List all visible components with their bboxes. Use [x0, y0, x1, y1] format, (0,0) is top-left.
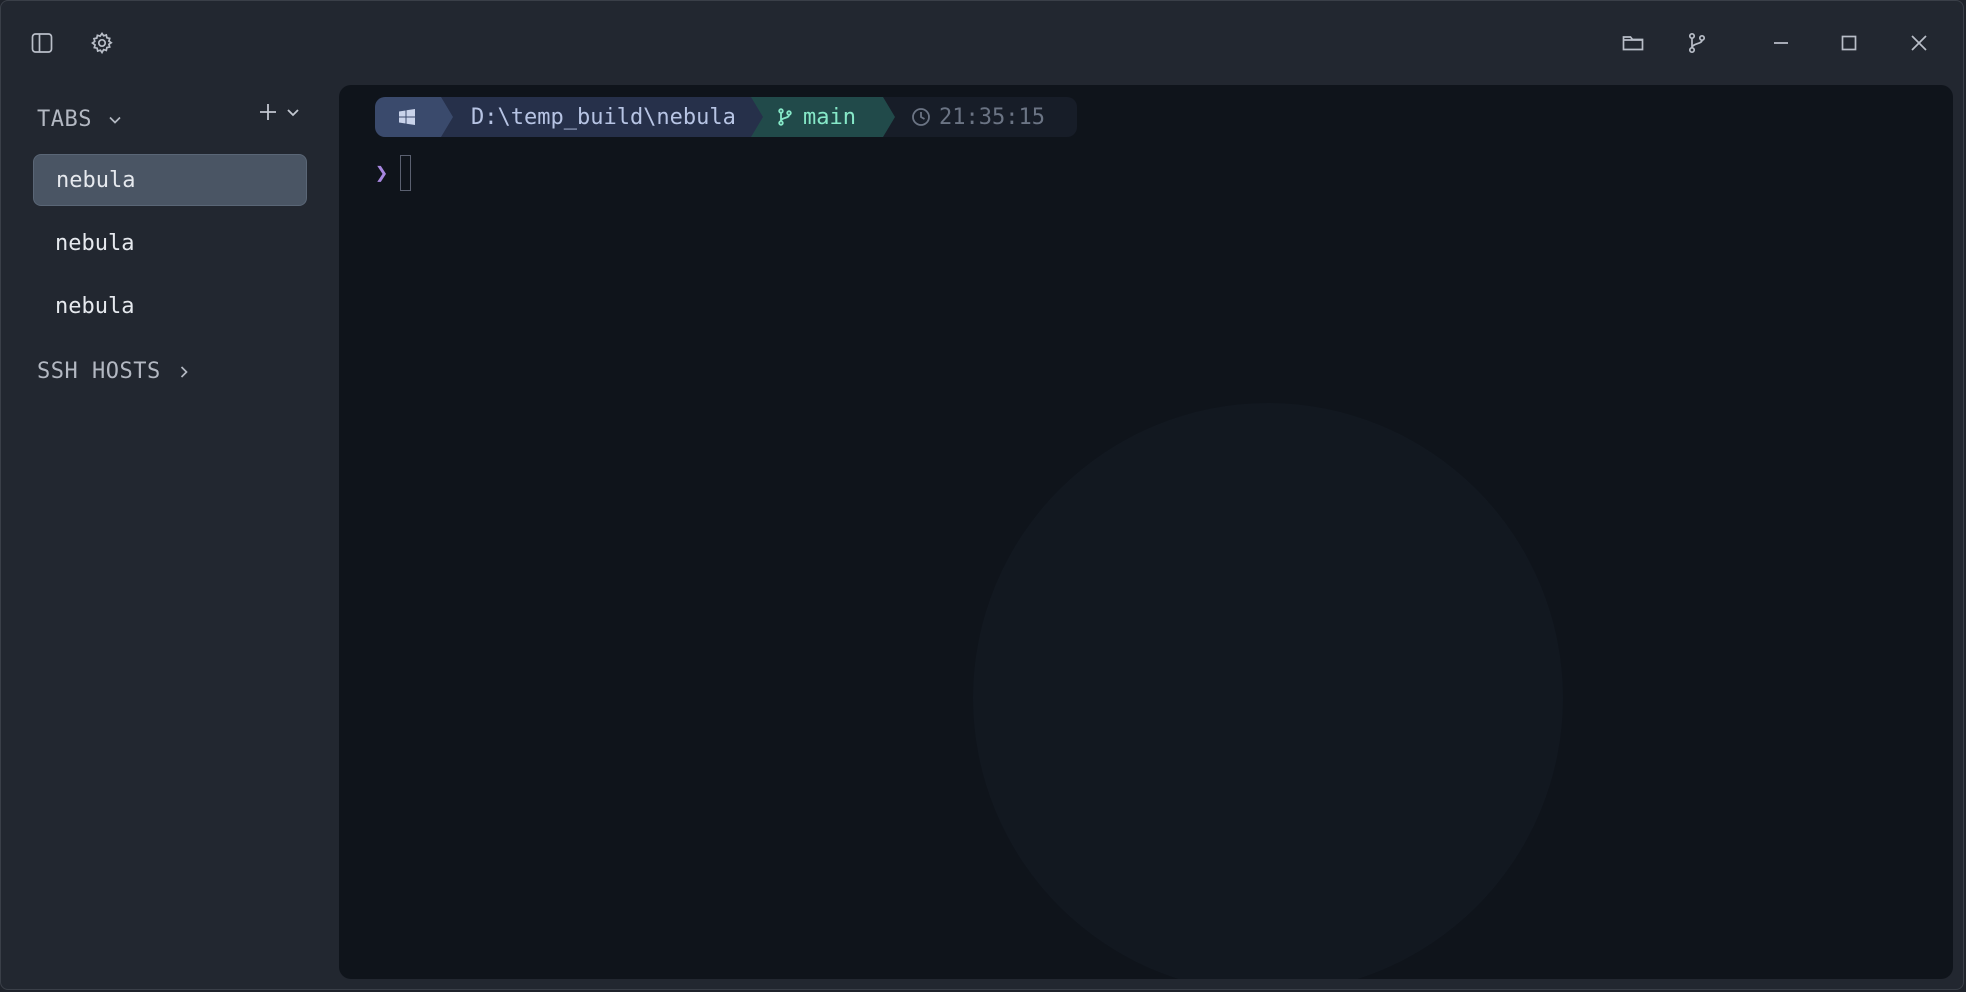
current-path: D:\temp_build\nebula — [471, 104, 736, 130]
tab-item[interactable]: nebula — [33, 280, 307, 332]
close-icon[interactable] — [1899, 23, 1939, 63]
tab-label: nebula — [56, 167, 136, 193]
minimize-icon[interactable] — [1761, 23, 1801, 63]
git-segment: main — [751, 97, 895, 137]
chevron-down-icon — [109, 116, 121, 124]
tabs-section-toggle[interactable]: TABS — [37, 107, 124, 132]
text-cursor — [400, 155, 412, 191]
clock-icon — [912, 108, 930, 126]
prompt-time: 21:35:15 — [939, 104, 1045, 130]
git-branch-name: main — [803, 104, 856, 130]
prompt-segments: D:\temp_build\nebula main 21:35:15 — [375, 97, 1077, 137]
path-segment: D:\temp_build\nebula — [441, 97, 765, 137]
tab-item[interactable]: nebula — [33, 217, 307, 269]
background-watermark — [973, 403, 1563, 979]
maximize-icon[interactable] — [1829, 23, 1869, 63]
tab-label: nebula — [55, 230, 135, 256]
title-bar[interactable] — [1, 1, 1963, 85]
git-branch-icon[interactable] — [1677, 23, 1717, 63]
time-segment: 21:35:15 — [901, 97, 1077, 137]
ssh-hosts-header-label: SSH HOSTS — [37, 359, 161, 384]
new-tab-button[interactable] — [257, 101, 301, 123]
sidebar-toggle-icon[interactable] — [22, 23, 62, 63]
app-window: TABS nebula nebula nebula SSH HOSTS D:\t… — [0, 0, 1964, 990]
tab-item[interactable]: nebula — [33, 154, 307, 206]
windows-icon — [399, 109, 415, 125]
git-branch-icon — [778, 108, 792, 126]
chevron-down-icon[interactable] — [285, 104, 301, 120]
plus-icon — [260, 104, 276, 120]
terminal-pane[interactable]: D:\temp_build\nebula main 21:35:15 ❯ — [339, 85, 1953, 979]
prompt-char: ❯ — [375, 160, 389, 186]
input-line[interactable]: ❯ — [375, 155, 412, 191]
gear-icon[interactable] — [82, 23, 122, 63]
chevron-right-icon — [180, 365, 188, 378]
folder-icon[interactable] — [1613, 23, 1653, 63]
tab-label: nebula — [55, 293, 135, 319]
os-segment — [375, 97, 455, 137]
ssh-hosts-section-toggle[interactable]: SSH HOSTS — [37, 359, 193, 384]
tabs-header-label: TABS — [37, 107, 92, 132]
sidebar: TABS nebula nebula nebula SSH HOSTS — [1, 85, 339, 989]
